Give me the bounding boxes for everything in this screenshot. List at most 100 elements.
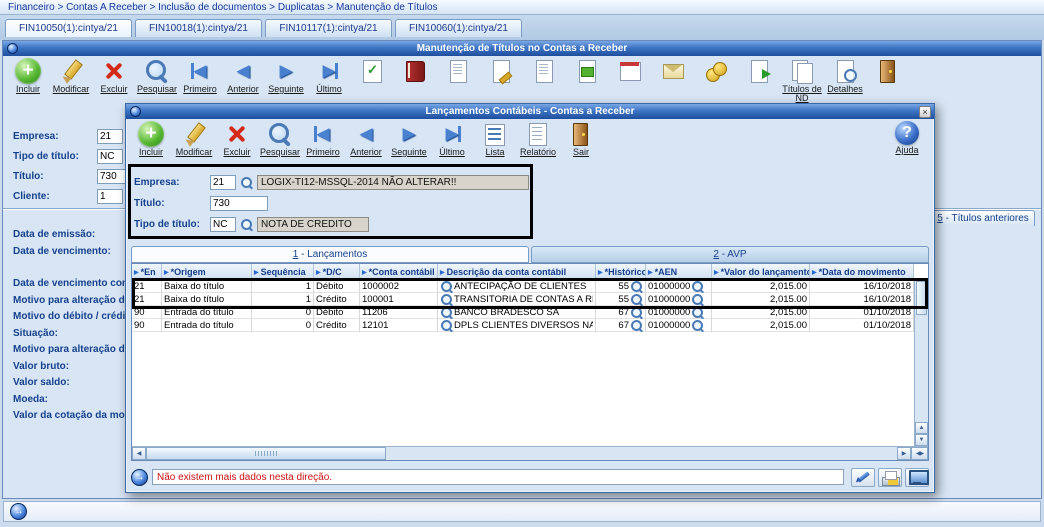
lookup-icon[interactable]: [630, 280, 643, 293]
vertical-scroll-thumb[interactable]: [916, 281, 927, 315]
cell-text: Débito: [316, 307, 344, 318]
toolbar-button-label: Excluir: [223, 147, 251, 157]
lookup-icon[interactable]: [240, 176, 253, 189]
lookup-icon[interactable]: [630, 293, 643, 306]
application: Financeiro > Contas A Receber > Inclusão…: [0, 0, 1044, 527]
column-header-data-do-movimento[interactable]: *Data do movimento: [810, 264, 914, 279]
form-label-moeda: Moeda:: [13, 393, 48, 405]
toolbar-button-pesquisar[interactable]: Pesquisar: [260, 121, 300, 157]
main-window-titlebar[interactable]: Manutenção de Títulos no Contas a Recebe…: [3, 41, 1041, 56]
grid-cell: 11206: [360, 306, 438, 319]
grid-cell: TRANSITORIA DE CONTAS A RECEBER: [438, 293, 596, 306]
last-icon: [316, 58, 342, 84]
column-header-sequencia[interactable]: Sequência: [252, 264, 314, 279]
empresa-label: Empresa:: [134, 176, 180, 188]
column-header-origem[interactable]: *Origem: [162, 264, 252, 279]
lookup-icon[interactable]: [440, 306, 453, 319]
empresa-field-row: Empresa: LOGIX-TI12-MSSQL-2014 NÃO ALTER…: [134, 174, 529, 190]
horizontal-scroll-thumb[interactable]: [146, 447, 386, 460]
tab-2-avp[interactable]: 2 - AVP: [531, 246, 929, 263]
column-header-en[interactable]: *En: [132, 264, 162, 279]
field-label: Cliente:: [13, 190, 50, 202]
cell-text: 1: [305, 281, 311, 292]
horizontal-scrollbar[interactable]: [132, 446, 928, 460]
toolbar-button-modificar[interactable]: Modificar: [174, 121, 214, 157]
lookup-icon[interactable]: [240, 218, 253, 231]
lookup-icon[interactable]: [691, 319, 704, 332]
lookup-icon[interactable]: [440, 293, 453, 306]
mdi-tab-fin10050-1-cintya-21[interactable]: FIN10050(1):cintya/21: [5, 19, 132, 37]
dialog-titlebar[interactable]: Lançamentos Contábeis - Contas a Receber: [126, 104, 934, 119]
grid-cell: 12101: [360, 319, 438, 332]
mdi-tab-bar: FIN10050(1):cintya/21 FIN10018(1):cintya/…: [0, 15, 1044, 40]
tipo-titulo-input[interactable]: [210, 216, 236, 232]
column-header-aen[interactable]: *AEN: [646, 264, 712, 279]
cell-text: Baixa do título: [164, 294, 225, 305]
toolbar-button-lista[interactable]: Lista: [475, 121, 515, 157]
empresa-input[interactable]: [210, 174, 236, 190]
toolbar-button-relatorio[interactable]: Relatório: [518, 121, 558, 157]
mdi-tab-fin10060-1-cintya-21[interactable]: FIN10060(1):cintya/21: [395, 19, 522, 37]
pen-button[interactable]: [851, 467, 875, 487]
printer-icon: [881, 470, 900, 486]
cliente-input[interactable]: [97, 188, 123, 204]
monitor-button[interactable]: [905, 467, 929, 487]
lookup-icon[interactable]: [440, 319, 453, 332]
toolbar-button-incluir[interactable]: Incluir: [131, 121, 171, 157]
data-grid: *En*OrigemSequência*D/C*Conta contábilDe…: [131, 263, 929, 461]
column-header-historico[interactable]: *Histórico: [596, 264, 646, 279]
print-button[interactable]: [878, 467, 902, 487]
column-header-valor-do-lancamento[interactable]: *Valor do lançamento: [712, 264, 810, 279]
grid-cell: Crédito: [314, 293, 360, 306]
toolbar-button-label: Modificar: [52, 84, 90, 94]
toolbar-button-incluir[interactable]: Incluir: [8, 58, 48, 112]
cell-text: 0: [305, 307, 311, 318]
titulo-input[interactable]: [210, 195, 268, 211]
column-header-descricao-da-conta-contabil[interactable]: Descrição da conta contábil: [438, 264, 596, 279]
scroll-right-button[interactable]: [897, 447, 911, 460]
mdi-tab-fin10018-1-cintya-21[interactable]: FIN10018(1):cintya/21: [135, 19, 262, 37]
form-label-valor-saldo: Valor saldo:: [13, 377, 70, 388]
column-header-conta-contabil[interactable]: *Conta contábil: [360, 264, 438, 279]
form-label-valor-bruto: Valor bruto:: [13, 360, 70, 372]
field-label: Tipo de título:: [13, 150, 79, 162]
grid-cell: 01000000: [646, 306, 712, 319]
grid-row[interactable]: 90 Entrada do título 0 Débito 11206 BANCO BRA…: [132, 306, 914, 319]
close-button[interactable]: [919, 106, 931, 118]
tab-1-lancamentos[interactable]: 1 - Lançamentos: [131, 246, 529, 263]
toolbar-button-anterior[interactable]: Anterior: [346, 121, 386, 157]
vertical-scrollbar[interactable]: [914, 280, 928, 446]
toolbar-button-label: Sair: [572, 147, 589, 157]
mdi-tab-fin10117-1-cintya-21[interactable]: FIN10117(1):cintya/21: [265, 19, 392, 37]
lookup-icon[interactable]: [691, 306, 704, 319]
lookup-icon[interactable]: [630, 306, 643, 319]
toolbar-button-sair[interactable]: Sair: [561, 121, 601, 157]
scroll-left-button[interactable]: [132, 447, 146, 460]
toolbar-button-label: Pesquisar: [259, 147, 301, 157]
toolbar-button-excluir[interactable]: Excluir: [217, 121, 257, 157]
scroll-up-button[interactable]: [915, 422, 928, 434]
lookup-icon[interactable]: [630, 319, 643, 332]
tab-titulos-anteriores[interactable]: 5 - Títulos anteriores: [931, 210, 1035, 226]
cell-text: Entrada do título: [164, 320, 234, 331]
lookup-icon[interactable]: [440, 280, 453, 293]
scroll-down-button[interactable]: [915, 434, 928, 446]
empresa-input[interactable]: [97, 128, 123, 144]
grid-cell: 90: [132, 306, 162, 319]
grid-row[interactable]: 21 Baixa do título 1 Débito 1000002 ANTECIPAÇ…: [132, 280, 914, 293]
toolbar-button-seguinte[interactable]: Seguinte: [389, 121, 429, 157]
help-button[interactable]: Ajuda: [885, 121, 929, 155]
toolbar-button-modificar[interactable]: Modificar: [51, 58, 91, 112]
form-label-motivo-para-alteracao-de: Motivo para alteração de: [13, 294, 127, 306]
horizontal-scroll-track[interactable]: [386, 447, 897, 460]
lookup-icon[interactable]: [691, 280, 704, 293]
toolbar-button-label: Títulos de ND: [782, 84, 822, 103]
toolbar-button-ultimo[interactable]: Último: [432, 121, 472, 157]
column-header-d-c[interactable]: *D/C: [314, 264, 360, 279]
grid-row[interactable]: 90 Entrada do título 0 Crédito 12101 DPLS CLI…: [132, 319, 914, 332]
scroll-corner-buttons[interactable]: [911, 447, 928, 460]
toolbar-button-primeiro[interactable]: Primeiro: [303, 121, 343, 157]
grid-row[interactable]: 21 Baixa do título 1 Crédito 100001 TRANSITOR…: [132, 293, 914, 306]
lookup-icon[interactable]: [691, 293, 704, 306]
tipo-de-titulo-input[interactable]: [97, 148, 123, 164]
